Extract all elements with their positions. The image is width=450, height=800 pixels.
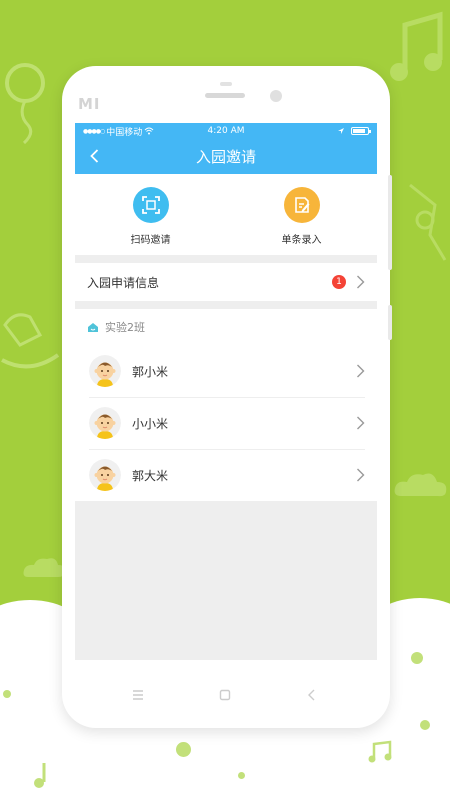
home-button-icon[interactable]: [217, 687, 233, 703]
avatar: [89, 355, 121, 387]
scan-invite-label: 扫码邀请: [130, 235, 171, 246]
menu-icon[interactable]: [130, 687, 146, 703]
scan-invite-button[interactable]: 扫码邀请: [75, 174, 226, 255]
admission-application-row[interactable]: 入园申请信息 1: [75, 263, 377, 301]
power-button: [388, 305, 392, 340]
cloud-deco-icon-2: [23, 558, 66, 577]
class-name: 实验2班: [105, 321, 145, 334]
member-row[interactable]: 小小米: [75, 397, 377, 449]
chevron-left-icon: [89, 149, 98, 163]
volume-button: [388, 175, 392, 270]
page-title: 入园邀请: [195, 148, 256, 166]
rocking-horse-icon: [1, 313, 60, 369]
music-note-icon: [390, 11, 443, 81]
sensor: [220, 82, 232, 86]
class-header: 实验2班: [75, 309, 377, 345]
edit-icon: [283, 187, 320, 223]
home-icon: [88, 322, 98, 332]
scan-icon: [132, 187, 169, 223]
member-row[interactable]: 郭大米: [75, 449, 377, 501]
single-entry-button[interactable]: 单条录入: [226, 174, 377, 255]
back-button[interactable]: [85, 147, 103, 165]
member-name: 郭大米: [132, 468, 169, 483]
location-arrow-icon: [338, 128, 344, 134]
status-time: 4:20 AM: [207, 126, 245, 136]
single-entry-label: 单条录入: [281, 235, 322, 246]
app-screen: ●●●●○ 中国移动 4:20 AM 入园邀请 扫码邀请 单条录入 入园申请信息…: [75, 123, 377, 660]
chevron-right-icon: [357, 275, 365, 289]
member-name: 郭小米: [132, 364, 169, 379]
balloon-icon: [5, 63, 45, 145]
toy-icon: [409, 183, 447, 261]
back-nav-icon[interactable]: [304, 687, 320, 703]
avatar: [89, 407, 121, 439]
nav-bar: 入园邀请: [75, 139, 377, 174]
status-bar: ●●●●○ 中国移动 4:20 AM: [75, 123, 377, 139]
chevron-right-icon: [357, 468, 365, 482]
cloud-deco-icon: [394, 473, 447, 497]
avatar: [89, 459, 121, 491]
brand-logo: MI: [78, 95, 101, 113]
front-camera: [270, 90, 282, 102]
chevron-right-icon: [357, 364, 365, 378]
battery-icon: [351, 127, 371, 135]
action-panel: 扫码邀请 单条录入: [75, 174, 377, 255]
class-section: 实验2班 郭小米 小小米 郭大米: [75, 309, 377, 501]
admission-application-label: 入园申请信息: [87, 275, 160, 290]
notification-badge: 1: [332, 275, 346, 289]
chevron-right-icon: [357, 416, 365, 430]
member-row[interactable]: 郭小米: [75, 345, 377, 397]
member-name: 小小米: [132, 416, 169, 431]
earpiece-speaker: [205, 93, 245, 98]
